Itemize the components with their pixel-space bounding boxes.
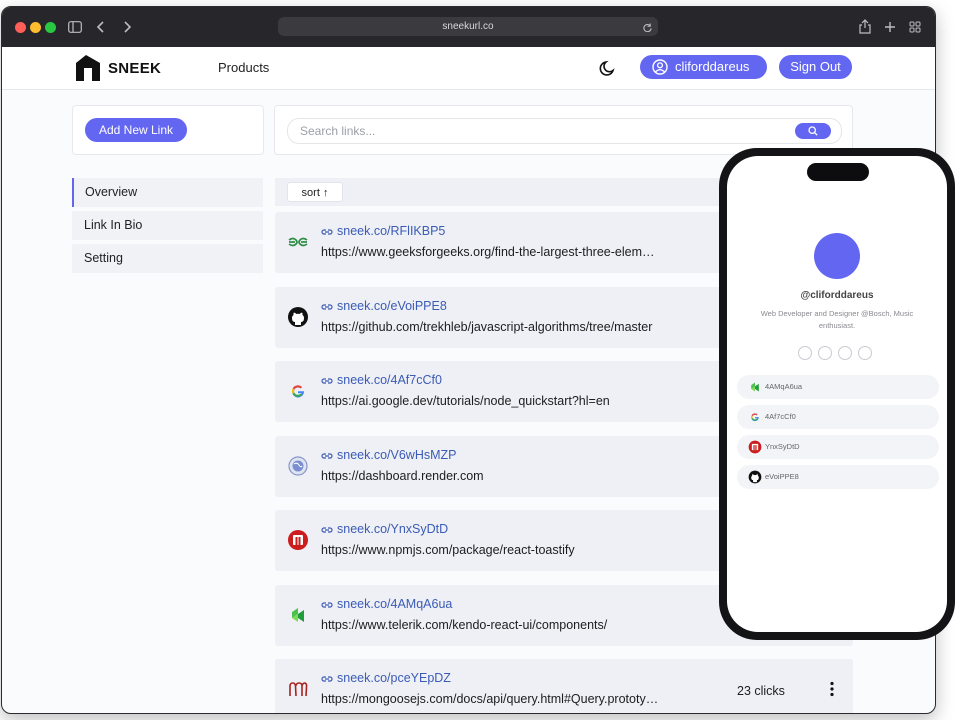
add-new-link-button[interactable]: Add New Link [85, 118, 187, 142]
user-circle-icon [652, 59, 668, 75]
close-window-button[interactable] [15, 22, 26, 33]
link-icon [321, 299, 337, 313]
google-icon [748, 410, 762, 424]
destination-url: https://www.geeksforgeeks.org/find-the-l… [321, 245, 661, 259]
sort-label: sort [301, 187, 320, 199]
short-link-text: sneek.co/RFlIKBP5 [337, 224, 446, 238]
sort-button[interactable]: sort ↑ [287, 182, 343, 202]
phone-link-item[interactable]: eVoiPPE8 [737, 465, 939, 489]
click-count: 23 clicks [737, 684, 785, 698]
short-link[interactable]: sneek.co/4AMqA6ua [321, 597, 452, 611]
phone-screen: @cliforddareus Web Developer and Designe… [727, 156, 947, 632]
top-navbar: SNEEK Products cliforddareus Sign Out [2, 47, 935, 90]
search-placeholder: Search links... [300, 124, 376, 138]
arrow-up-icon: ↑ [322, 187, 329, 199]
phone-link-item[interactable]: YnxSyDtD [737, 435, 939, 459]
short-link[interactable]: sneek.co/RFlIKBP5 [321, 224, 445, 238]
globe-icon [287, 455, 309, 477]
social-circle-icon[interactable] [838, 346, 852, 360]
username-label: cliforddareus [675, 59, 750, 74]
google-icon [287, 380, 309, 402]
link-icon [321, 224, 337, 238]
browser-chrome: sneekurl.co [2, 7, 935, 47]
geeksforgeeks-icon [287, 231, 309, 253]
short-link-text: sneek.co/pceYEpDZ [337, 671, 451, 685]
short-link[interactable]: sneek.co/YnxSyDtD [321, 522, 448, 536]
sign-out-button[interactable]: Sign Out [779, 55, 852, 79]
link-icon [321, 597, 337, 611]
short-link[interactable]: sneek.co/4Af7cCf0 [321, 373, 442, 387]
destination-url: https://github.com/trekhleb/javascript-a… [321, 319, 653, 334]
destination-url: https://www.telerik.com/kendo-react-ui/c… [321, 617, 608, 632]
link-row[interactable]: sneek.co/pceYEpDZ https://mongoosejs.com/… [275, 659, 853, 713]
social-circle-icon[interactable] [818, 346, 832, 360]
phone-link-label: 4AMqA6ua [765, 382, 803, 391]
short-link-text: sneek.co/YnxSyDtD [337, 522, 449, 536]
mongoose-icon [287, 678, 309, 700]
forward-icon[interactable] [122, 20, 132, 34]
profile-avatar [814, 233, 860, 279]
short-link[interactable]: sneek.co/V6wHsMZP [321, 448, 456, 462]
minimize-window-button[interactable] [30, 22, 41, 33]
search-icon [808, 126, 818, 136]
phone-link-label: 4Af7cCf0 [765, 412, 796, 421]
social-circle-icon[interactable] [858, 346, 872, 360]
sidebar-item-link-in-bio[interactable]: Link In Bio [72, 211, 263, 240]
phone-preview: @cliforddareus Web Developer and Designe… [719, 148, 955, 640]
reload-icon[interactable] [643, 23, 652, 32]
phone-link-label: YnxSyDtD [765, 442, 800, 451]
sidebar-item-setting[interactable]: Setting [72, 244, 263, 273]
sneek-logo-icon[interactable] [75, 54, 101, 82]
address-text: sneekurl.co [442, 21, 494, 32]
link-icon [321, 522, 337, 536]
tab-overview-icon[interactable] [909, 21, 921, 33]
short-link-text: sneek.co/eVoiPPE8 [337, 298, 447, 313]
destination-url: https://mongoosejs.com/docs/api/query.ht… [321, 692, 661, 706]
telerik-icon [287, 604, 309, 626]
telerik-icon [748, 380, 762, 394]
search-input[interactable]: Search links... [287, 118, 842, 144]
github-icon [748, 470, 762, 484]
npm-icon [748, 440, 762, 454]
short-link-text: sneek.co/4Af7cCf0 [337, 373, 442, 387]
sidebar-toggle-icon[interactable] [68, 21, 82, 33]
github-icon [287, 306, 309, 328]
brand-name[interactable]: SNEEK [108, 60, 161, 77]
user-profile-button[interactable]: cliforddareus [640, 55, 767, 79]
link-icon [321, 448, 337, 462]
share-icon[interactable] [859, 19, 871, 34]
npm-icon [287, 529, 309, 551]
phone-link-item[interactable]: 4Af7cCf0 [737, 405, 939, 429]
new-tab-icon[interactable] [884, 21, 896, 33]
dark-mode-toggle-icon[interactable] [599, 59, 617, 77]
destination-url: https://www.npmjs.com/package/react-toas… [321, 543, 575, 557]
destination-url: https://dashboard.render.com [321, 468, 484, 483]
destination-url: https://ai.google.dev/tutorials/node_qui… [321, 394, 610, 408]
short-link[interactable]: sneek.co/pceYEpDZ [321, 671, 451, 685]
dynamic-island [807, 163, 869, 181]
more-options-icon[interactable] [829, 681, 835, 697]
search-button[interactable] [795, 123, 831, 139]
short-link-text: sneek.co/4AMqA6ua [337, 596, 453, 611]
products-menu[interactable]: Products [218, 60, 269, 75]
link-icon [321, 671, 337, 685]
short-link-text: sneek.co/V6wHsMZP [337, 447, 457, 462]
back-icon[interactable] [96, 20, 106, 34]
maximize-window-button[interactable] [45, 22, 56, 33]
profile-username: @cliforddareus [800, 290, 874, 301]
social-circle-icon[interactable] [798, 346, 812, 360]
link-icon [321, 373, 337, 387]
social-icons [798, 346, 878, 362]
phone-link-label: eVoiPPE8 [765, 472, 799, 481]
sidebar-item-overview[interactable]: Overview [72, 178, 263, 207]
short-link[interactable]: sneek.co/eVoiPPE8 [321, 299, 447, 313]
address-bar[interactable]: sneekurl.co [278, 17, 658, 36]
phone-link-item[interactable]: 4AMqA6ua [737, 375, 939, 399]
profile-bio: Web Developer and Designer @Bosch, Music… [760, 309, 914, 330]
